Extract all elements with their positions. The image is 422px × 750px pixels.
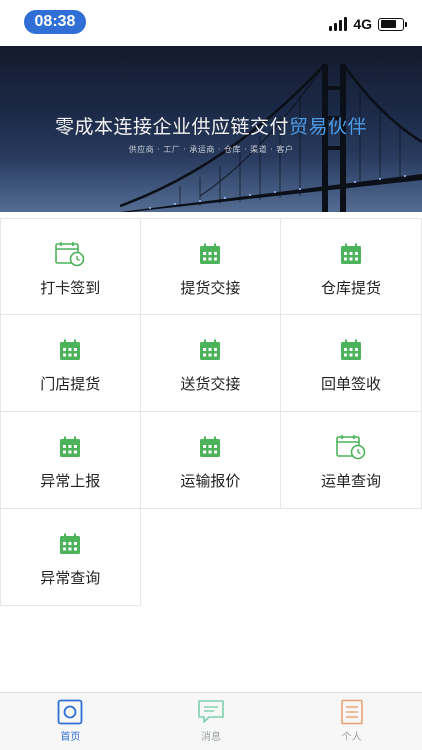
- grid-item-label: 仓库提货: [320, 279, 381, 297]
- grid-item-report-exception[interactable]: 异常上报: [0, 412, 141, 509]
- calendar-icon: [340, 241, 362, 267]
- calendar-icon: [59, 434, 81, 460]
- grid-item-label: 门店提货: [40, 375, 101, 393]
- banner-title-highlight: 贸易伙伴: [289, 116, 368, 138]
- grid-item-receipt-signoff[interactable]: 回单签收: [281, 315, 422, 412]
- grid-item-label: 提货交接: [180, 279, 241, 297]
- status-time: 08:38: [24, 10, 86, 34]
- grid-item-label: 运输报价: [180, 472, 241, 490]
- grid-item-label: 运单查询: [320, 472, 381, 490]
- document-icon: [340, 699, 363, 725]
- calendar-clock-icon: [55, 241, 85, 267]
- battery-icon: [378, 17, 407, 31]
- tab-messages[interactable]: 消息: [141, 693, 282, 750]
- tab-bar: 首页 消息 个人: [0, 692, 422, 750]
- banner[interactable]: 零成本连接企业供应链交付贸易伙伴 供应商 · 工厂 · 承运商 · 仓库 · 渠…: [0, 46, 422, 212]
- calendar-icon: [199, 434, 221, 460]
- tab-profile[interactable]: 个人: [281, 693, 422, 750]
- banner-subtitle: 供应商 · 工厂 · 承运商 · 仓库 · 渠道 · 客户: [128, 145, 294, 154]
- grid-item-exception-query[interactable]: 异常查询: [0, 509, 141, 606]
- grid-item-label: 回单签收: [320, 375, 381, 393]
- calendar-icon: [59, 531, 81, 557]
- message-icon: [198, 700, 224, 723]
- tab-label: 个人: [341, 732, 362, 743]
- grid-item-store-pickup[interactable]: 门店提货: [0, 315, 141, 412]
- grid-item-check-in[interactable]: 打卡签到: [0, 218, 141, 315]
- signal-icon: [329, 17, 348, 31]
- grid-item-label: 送货交接: [180, 375, 241, 393]
- grid-item-warehouse-pickup[interactable]: 仓库提货: [281, 218, 422, 315]
- tab-label: 消息: [201, 732, 221, 743]
- status-indicators: 4G: [329, 14, 407, 34]
- calendar-icon: [340, 337, 362, 363]
- grid-item-waybill-query[interactable]: 运单查询: [281, 412, 422, 509]
- grid-item-label: 打卡签到: [40, 279, 101, 297]
- calendar-icon: [199, 337, 221, 363]
- calendar-clock-icon: [336, 434, 366, 460]
- grid-item-pickup-handover[interactable]: 提货交接: [140, 218, 282, 315]
- network-type: 4G: [353, 16, 372, 32]
- status-bar: 08:38 4G: [0, 0, 422, 46]
- grid-item-label: 异常查询: [40, 569, 101, 587]
- banner-title: 零成本连接企业供应链交付贸易伙伴: [0, 112, 422, 139]
- home-icon: [57, 699, 83, 725]
- function-grid: 打卡签到 提货交接 仓库提货 门店提货 送货交接 回单签收 异常上报 运输报价 …: [0, 218, 422, 606]
- tab-label: 首页: [60, 732, 81, 743]
- calendar-icon: [59, 337, 81, 363]
- grid-item-label: 异常上报: [40, 472, 101, 490]
- calendar-icon: [199, 241, 221, 267]
- grid-item-transport-quote[interactable]: 运输报价: [140, 412, 282, 509]
- banner-title-main: 零成本连接企业供应链交付: [54, 116, 289, 138]
- tab-home[interactable]: 首页: [0, 693, 141, 750]
- grid-item-delivery-handover[interactable]: 送货交接: [140, 315, 282, 412]
